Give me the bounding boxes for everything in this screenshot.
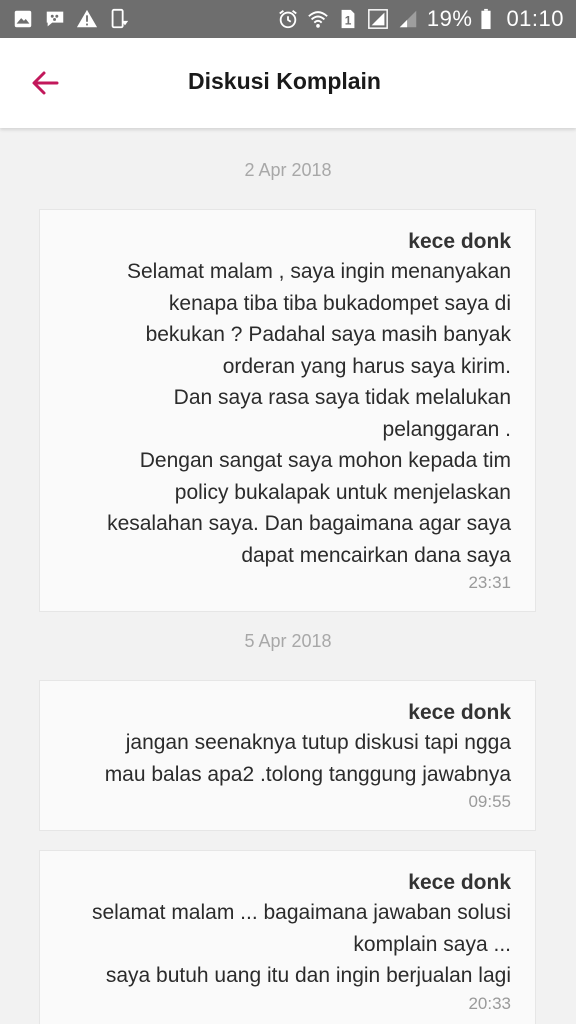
status-system: 1 19% 01:10 [277,6,564,32]
message-card: kece donk selamat malam ... bagaimana ja… [39,850,536,1024]
message-sender: kece donk [408,701,511,724]
message-sender: kece donk [408,871,511,894]
message-text: Selamat malam , saya ingin menanyakan ke… [107,260,511,567]
signal-icon [367,8,389,30]
message-sender: kece donk [408,230,511,253]
sim-icon: 1 [337,8,359,30]
app-bar: Diskusi Komplain [0,38,576,128]
back-button[interactable] [24,62,66,104]
message-card: kece donk Selamat malam , saya ingin men… [39,209,536,612]
arrow-left-icon [32,71,59,95]
bbm-icon [44,8,66,30]
date-separator: 2 Apr 2018 [244,160,332,180]
page-title: Diskusi Komplain [188,68,381,94]
message-time: 23:31 [468,573,511,592]
alarm-icon [277,8,299,30]
message-text: jangan seenaknya tutup diskusi tapi ngga… [104,731,511,786]
discussion-thread[interactable]: 2 Apr 2018 kece donk Selamat malam , say… [0,128,576,1024]
status-bar: 1 19% 01:10 [0,0,576,38]
battery-percentage: 19% [426,6,473,31]
message-time: 20:33 [468,993,511,1013]
message-text: selamat malam ... bagaimana jawaban solu… [91,901,511,987]
wifi-icon [307,8,329,30]
status-notifications [12,8,130,30]
sim-slot-label: 1 [345,14,352,28]
date-separator: 5 Apr 2018 [244,631,332,651]
gallery-icon [12,8,34,30]
warning-icon [76,8,98,30]
clock: 01:10 [506,6,564,31]
signal-icon [397,8,419,30]
message-time: 09:55 [468,792,511,811]
battery-icon [480,8,492,30]
message-card: kece donk jangan seenaknya tutup diskusi… [39,680,536,831]
device-download-icon [108,8,130,30]
